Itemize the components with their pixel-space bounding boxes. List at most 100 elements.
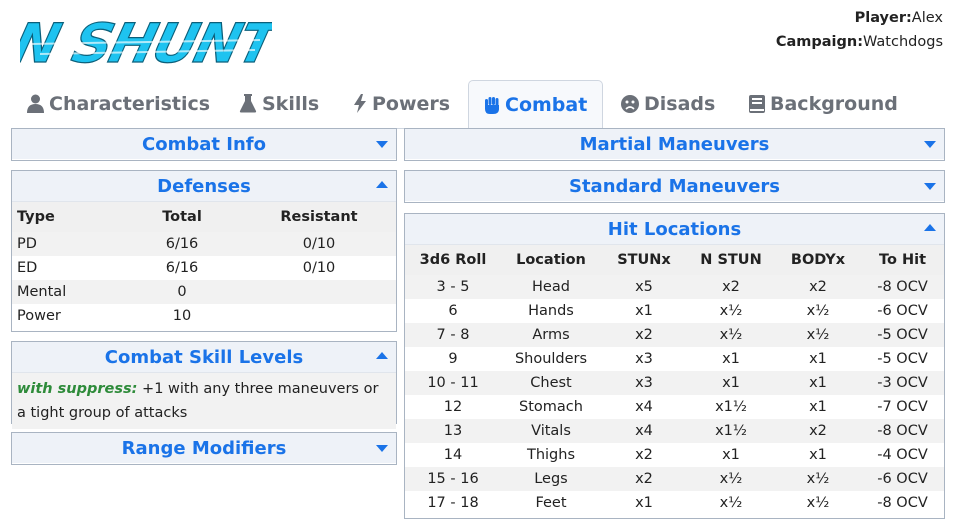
chevron-down-icon[interactable] [924,141,936,148]
roll-cell: 6 [448,303,458,319]
panel-title: Combat Info [142,133,266,155]
panel-title: Standard Maneuvers [568,175,781,197]
campaign-label: Campaign: [775,34,864,50]
tab-skills[interactable]: Skills [239,80,319,127]
column-header: To Hit [861,245,944,275]
nstun-cell: x½ [719,495,743,511]
to-hit-cell: -7 OCV [877,399,928,415]
nstun-cell: x½ [687,467,775,491]
to-hit-cell: -5 OCV [877,351,928,367]
combat-skill-level-entry: with suppress: +1 with any three maneuve… [12,373,396,429]
hit-locations-header[interactable]: Hit Locations [405,214,944,245]
combat-skill-levels-panel: Combat Skill Levels with suppress: +1 wi… [11,341,397,429]
column-header: N STUN [687,245,775,275]
fist-icon [484,96,500,114]
combat-info-header[interactable]: Combat Info [12,129,396,159]
column-header: Total [122,202,242,232]
campaign-name: Watchdogs [863,34,943,50]
defense-total: 0 [122,280,242,304]
player-info: Player:Alex Campaign:Watchdogs [776,6,943,54]
standard-maneuvers-header[interactable]: Standard Maneuvers [405,171,944,201]
defense-total: 6/16 [165,260,199,276]
nstun-cell: x½ [687,323,775,347]
bodyx-cell: x1 [809,399,827,415]
roll-cell: 13 [405,419,501,443]
player-name: Alex [911,10,943,26]
roll-cell: 17 - 18 [427,495,479,511]
stunx-cell: x3 [635,351,653,367]
stunx-cell: x3 [601,371,687,395]
standard-maneuvers-panel: Standard Maneuvers [404,170,945,203]
bodyx-cell: x½ [806,303,830,319]
defense-resistant [242,304,396,328]
tab-bar: Characteristics Skills Powers Combat Dis… [11,80,944,129]
to-hit-cell: -4 OCV [877,447,928,463]
roll-cell: 14 [443,447,463,463]
panel-title: Combat Skill Levels [104,346,304,368]
table-row: 12 Stomach x4 x1½ x1 -7 OCV [405,395,944,419]
tab-label: Combat [505,93,588,116]
tab-combat[interactable]: Combat [468,80,604,129]
location-cell: Arms [501,323,601,347]
table-row: 7 - 8 Arms x2 x½ x½ -5 OCV [405,323,944,347]
bodyx-cell: x½ [806,495,830,511]
nstun-cell: x2 [687,275,775,299]
stunx-cell: x4 [635,399,653,415]
defenses-header[interactable]: Defenses [12,171,396,202]
stunx-cell: x2 [601,467,687,491]
bodyx-cell: x½ [775,467,861,491]
stunx-cell: x5 [601,275,687,299]
nstun-cell: x½ [719,303,743,319]
tab-label: Powers [372,92,451,115]
nstun-cell: x1 [722,447,740,463]
chevron-down-icon[interactable] [924,183,936,190]
chevron-down-icon[interactable] [376,445,388,452]
defense-resistant: 0/10 [242,232,396,256]
bodyx-cell: x2 [775,419,861,443]
tab-label: Background [770,92,898,115]
defenses-panel: Defenses Type Total Resistant PD 6/16 0/… [11,170,397,332]
location-cell: Hands [528,303,574,319]
to-hit-cell: -3 OCV [861,371,944,395]
range-modifiers-header[interactable]: Range Modifiers [12,433,396,463]
roll-cell: 3 - 5 [405,275,501,299]
bodyx-cell: x1 [775,371,861,395]
panel-title: Martial Maneuvers [579,133,770,155]
to-hit-cell: -6 OCV [861,467,944,491]
defense-type: PD [12,232,122,256]
chevron-up-icon[interactable] [376,181,388,188]
tab-background[interactable]: Background [749,80,898,127]
location-cell: Thighs [526,447,576,463]
table-row: ED 6/16 0/10 [12,256,396,280]
chevron-up-icon[interactable] [376,352,388,359]
roll-cell: 10 - 11 [405,371,501,395]
roll-cell: 12 [443,399,463,415]
combat-info-panel: Combat Info [11,128,397,161]
hit-locations-table: 3d6 Roll Location STUNx N STUN BODYx To … [405,245,944,515]
nstun-cell: x1 [687,371,775,395]
table-row: 6 Hands x1 x½ x½ -6 OCV [405,299,944,323]
location-cell: Legs [501,467,601,491]
combat-skill-levels-header[interactable]: Combat Skill Levels [12,342,396,373]
user-icon [27,94,44,113]
nstun-cell: x1½ [715,399,747,415]
stunx-cell: x1 [635,303,653,319]
defense-type: Power [17,308,61,324]
tab-characteristics[interactable]: Characteristics [27,80,210,127]
table-row: Power 10 [12,304,396,328]
campaign-line: Campaign:Watchdogs [776,30,943,54]
table-row: 9 Shoulders x3 x1 x1 -5 OCV [405,347,944,371]
defense-resistant: 0/10 [302,260,336,276]
player-line: Player:Alex [776,6,943,30]
to-hit-cell: -5 OCV [861,323,944,347]
tab-disads[interactable]: Disads [621,80,715,127]
tab-powers[interactable]: Powers [353,80,450,127]
column-header: Resistant [242,202,396,232]
range-modifiers-panel: Range Modifiers [11,432,397,465]
to-hit-cell: -8 OCV [877,495,928,511]
martial-maneuvers-header[interactable]: Martial Maneuvers [405,129,944,159]
chevron-up-icon[interactable] [924,224,936,231]
chevron-down-icon[interactable] [376,141,388,148]
panel-title: Range Modifiers [121,437,287,459]
bodyx-cell: x2 [775,275,861,299]
